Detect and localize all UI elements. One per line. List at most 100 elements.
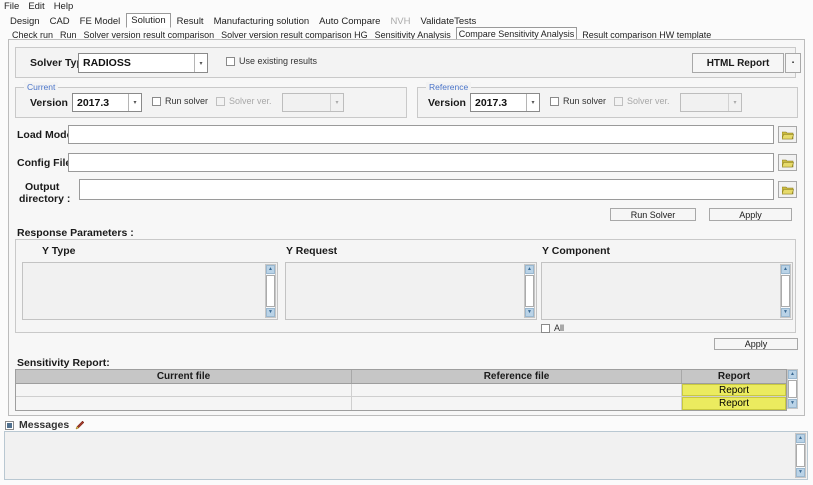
y-request-list[interactable]: ▲ ▼ <box>285 262 537 320</box>
primary-tab-bar: Design CAD FE Model Solution Result Manu… <box>6 13 480 28</box>
menu-file[interactable]: File <box>4 1 19 12</box>
pencil-icon[interactable] <box>74 419 86 431</box>
sensitivity-report-table: Current file Reference file Report Repor… <box>15 369 787 411</box>
load-model-input[interactable] <box>68 125 774 144</box>
run-solver-button[interactable]: Run Solver <box>610 208 696 221</box>
current-group-title: Current <box>24 82 58 92</box>
sensitivity-report-scrollbar[interactable]: ▲ ▼ <box>787 369 798 409</box>
config-file-input[interactable] <box>68 153 774 172</box>
reference-file-cell <box>352 384 682 396</box>
output-directory-input[interactable] <box>79 179 774 200</box>
report-button-row2[interactable]: Report <box>682 397 786 410</box>
messages-header: Messages <box>5 419 86 431</box>
html-report-button[interactable]: HTML Report <box>692 53 784 73</box>
output-directory-label-line2: directory : <box>19 193 70 205</box>
reference-group: Reference Version 2017.3 ▾ Run solver So… <box>417 87 798 118</box>
column-header-reference-file: Reference file <box>352 370 682 383</box>
scroll-up-button[interactable]: ▲ <box>781 265 790 274</box>
messages-label: Messages <box>19 419 69 431</box>
current-file-cell <box>16 384 352 396</box>
reference-version-select[interactable]: 2017.3 ▾ <box>470 93 540 112</box>
scroll-thumb[interactable] <box>796 444 805 467</box>
y-component-scrollbar[interactable]: ▲ ▼ <box>780 264 791 318</box>
config-file-browse-button[interactable] <box>778 154 797 171</box>
current-run-solver-checkbox[interactable] <box>152 97 161 106</box>
reference-group-title: Reference <box>426 82 471 92</box>
messages-scrollbar[interactable]: ▲ ▼ <box>795 433 806 478</box>
scroll-up-button[interactable]: ▲ <box>796 434 805 443</box>
current-version-label: Version <box>30 97 68 109</box>
current-solver-ver-checkbox <box>216 97 225 106</box>
table-row: Report <box>16 384 786 397</box>
scroll-down-button[interactable]: ▼ <box>788 399 797 408</box>
reference-solver-ver-label: Solver ver. <box>627 96 670 106</box>
response-parameters-title: Response Parameters : <box>17 227 134 239</box>
current-version-select[interactable]: 2017.3 ▾ <box>72 93 142 112</box>
scroll-down-button[interactable]: ▼ <box>781 308 790 317</box>
solver-type-box: Solver Type : RADIOSS ▾ Use existing res… <box>15 47 796 78</box>
reference-solver-ver-checkbox <box>614 97 623 106</box>
scroll-thumb[interactable] <box>781 275 790 307</box>
output-directory-browse-button[interactable] <box>778 181 797 198</box>
column-header-report: Report <box>682 370 786 383</box>
reference-version-label: Version <box>428 97 466 109</box>
all-label: All <box>554 323 564 333</box>
load-model-browse-button[interactable] <box>778 126 797 143</box>
solver-type-value: RADIOSS <box>79 57 194 69</box>
sensitivity-report-header: Current file Reference file Report <box>16 370 786 384</box>
chevron-down-icon: ▾ <box>728 94 741 111</box>
tab-solution[interactable]: Solution <box>126 13 170 28</box>
all-checkbox[interactable] <box>541 324 550 333</box>
config-file-label: Config File <box>17 157 71 169</box>
y-request-scrollbar[interactable]: ▲ ▼ <box>524 264 535 318</box>
use-existing-results-label: Use existing results <box>239 56 317 66</box>
current-file-cell <box>16 397 352 410</box>
chevron-down-icon: ▾ <box>526 94 539 111</box>
scroll-thumb[interactable] <box>525 275 534 307</box>
table-row: Report <box>16 397 786 410</box>
scroll-up-button[interactable]: ▲ <box>525 265 534 274</box>
scroll-thumb[interactable] <box>788 380 797 398</box>
reference-run-solver-label: Run solver <box>563 96 606 106</box>
y-component-label: Y Component <box>542 245 610 257</box>
column-header-current-file: Current file <box>16 370 352 383</box>
chevron-down-icon: ▾ <box>128 94 141 111</box>
reference-version-value: 2017.3 <box>471 97 526 109</box>
use-existing-results-checkbox[interactable] <box>226 57 235 66</box>
menu-bar: File Edit Help <box>0 0 813 13</box>
scroll-up-button[interactable]: ▲ <box>788 370 797 379</box>
response-parameters-apply-button[interactable]: Apply <box>714 338 798 350</box>
reference-solver-ver-select: ▾ <box>680 93 742 112</box>
folder-open-icon <box>782 158 794 168</box>
load-model-label: Load Model <box>17 129 75 141</box>
chevron-down-icon: ▾ <box>194 54 207 72</box>
y-component-list[interactable]: ▲ ▼ <box>541 262 793 320</box>
menu-edit[interactable]: Edit <box>28 1 44 12</box>
reference-file-cell <box>352 397 682 410</box>
y-request-label: Y Request <box>286 245 337 257</box>
html-report-more-button[interactable]: ▪ <box>785 53 801 73</box>
reference-run-solver-checkbox[interactable] <box>550 97 559 106</box>
folder-open-icon <box>782 130 794 140</box>
apply-button[interactable]: Apply <box>709 208 792 221</box>
compare-sensitivity-panel: Solver Type : RADIOSS ▾ Use existing res… <box>8 39 805 416</box>
scroll-down-button[interactable]: ▼ <box>525 308 534 317</box>
response-parameters-box: Y Type Y Request Y Component ▲ ▼ ▲ ▼ ▲ ▼ <box>15 239 796 333</box>
scroll-up-button[interactable]: ▲ <box>266 265 275 274</box>
y-type-list[interactable]: ▲ ▼ <box>22 262 278 320</box>
scroll-down-button[interactable]: ▼ <box>796 468 805 477</box>
current-version-value: 2017.3 <box>73 97 128 109</box>
menu-help[interactable]: Help <box>54 1 74 12</box>
chevron-down-icon: ▾ <box>330 94 343 111</box>
y-type-scrollbar[interactable]: ▲ ▼ <box>265 264 276 318</box>
output-directory-label-line1: Output <box>25 181 59 193</box>
report-button-row1[interactable]: Report <box>682 384 786 396</box>
messages-checkbox[interactable] <box>5 421 14 430</box>
messages-output[interactable]: ▲ ▼ <box>4 431 808 480</box>
current-group: Current Version 2017.3 ▾ Run solver Solv… <box>15 87 407 118</box>
sensitivity-report-title: Sensitivity Report: <box>17 357 110 369</box>
scroll-thumb[interactable] <box>266 275 275 307</box>
current-solver-ver-label: Solver ver. <box>229 96 272 106</box>
solver-type-select[interactable]: RADIOSS ▾ <box>78 53 208 73</box>
scroll-down-button[interactable]: ▼ <box>266 308 275 317</box>
